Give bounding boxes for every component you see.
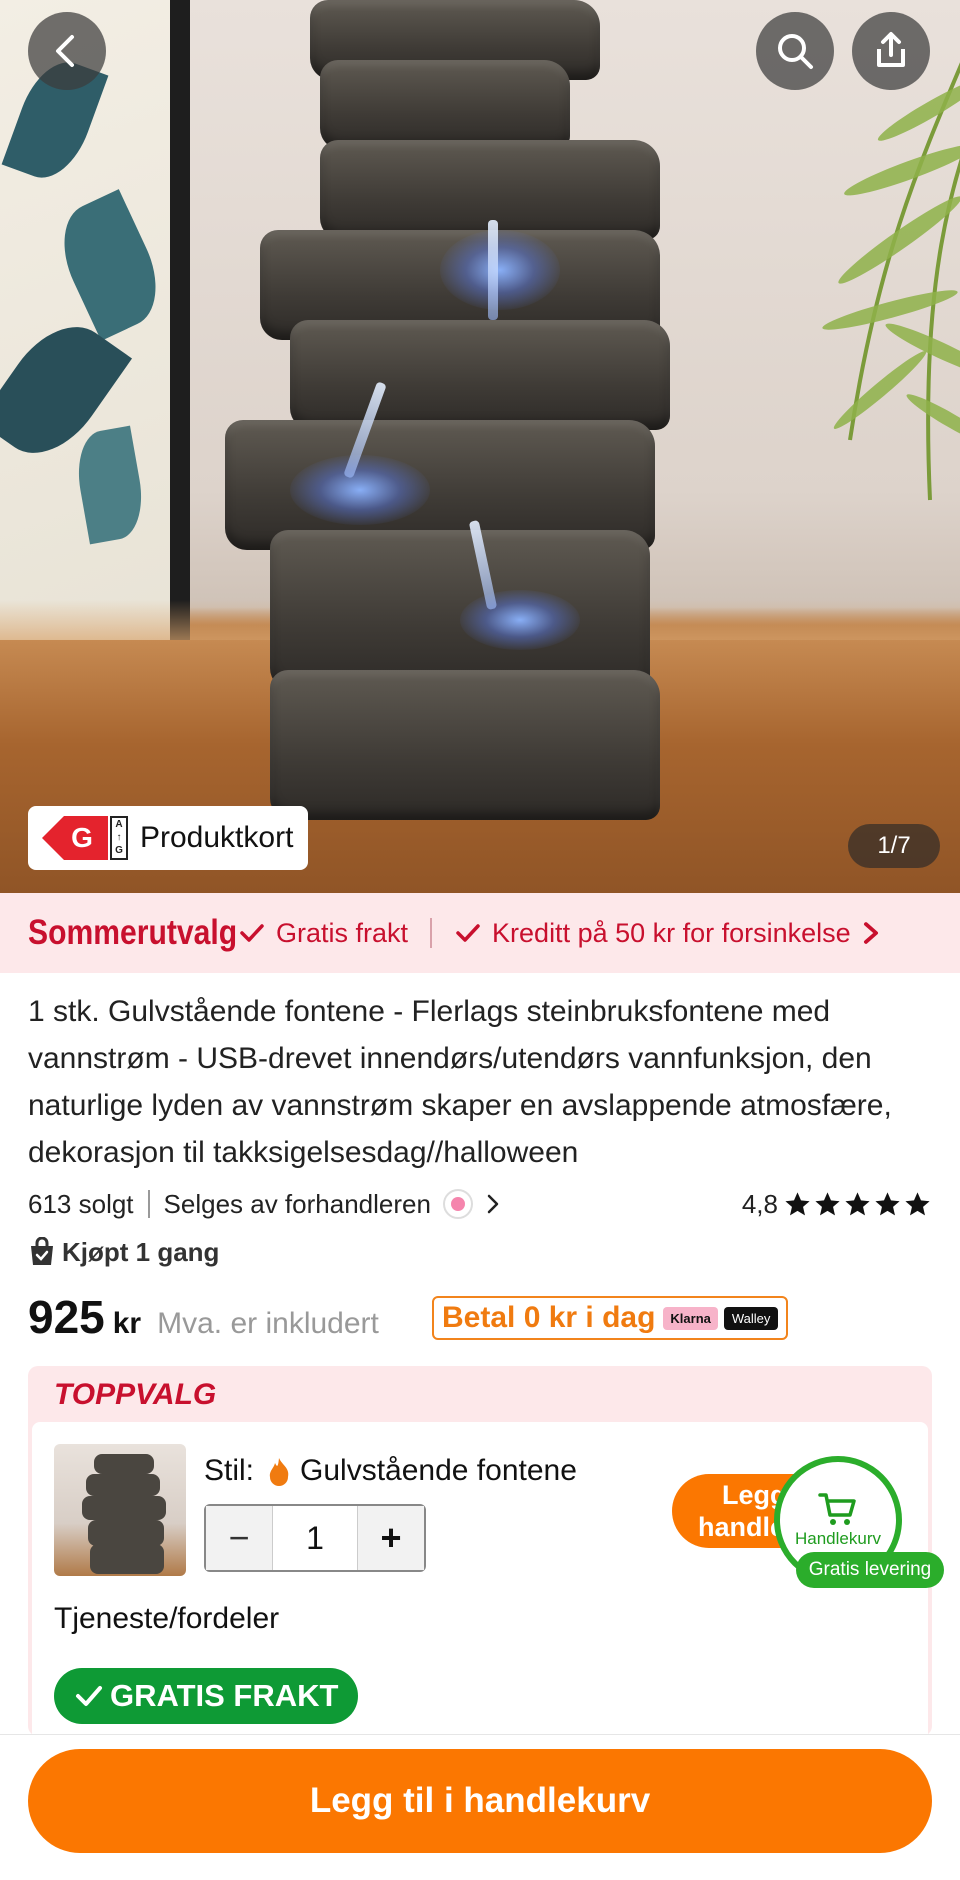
image-counter: 1/7	[848, 824, 940, 868]
bought-count: Kjøpt 1 gang	[28, 1232, 219, 1272]
shopping-bag-icon	[31, 1237, 53, 1265]
variant-panel: Stil: Gulvstående fontene − 1 + Legg til…	[32, 1422, 928, 1736]
seller-link[interactable]: Selges av forhandleren	[164, 1189, 431, 1220]
energy-class-label: G A ↑ G	[42, 814, 130, 862]
seller-badge-icon	[442, 1189, 473, 1219]
service-benefits-label: Tjeneste/fordeler	[54, 1602, 280, 1635]
search-icon	[778, 34, 813, 69]
star-icon	[875, 1191, 900, 1215]
variant-thumbnail[interactable]	[54, 1444, 186, 1576]
klarna-logo: Klarna	[663, 1306, 718, 1330]
product-title: 1 stk. Gulvstående fontene - Flerlags st…	[28, 995, 892, 1169]
free-shipping-badge: GRATIS FRAKT	[54, 1668, 359, 1724]
pay-later-badge[interactable]: Betal 0 kr i dag Klarna Walley	[432, 1296, 789, 1340]
share-button[interactable]	[852, 12, 930, 90]
back-icon	[56, 35, 74, 67]
cart-icon	[818, 1493, 856, 1525]
bottom-action-bar: Legg til i handlekurv	[0, 1734, 960, 1880]
promo-free-shipping: Gratis frakt	[238, 918, 408, 949]
style-line: Stil: Gulvstående fontene	[204, 1454, 577, 1487]
share-icon	[877, 32, 905, 67]
product-card-energy-label[interactable]: G A ↑ G Produktkort	[28, 806, 308, 870]
plant-leaves	[822, 62, 960, 501]
style-value: Gulvstående fontene	[300, 1454, 577, 1487]
rating-value: 4,8	[741, 1188, 778, 1219]
product-meta-row: 613 solgt Selges av forhandleren 4,8	[28, 1184, 932, 1224]
promo-delay-credit: Kreditt på 50 kr for forsinkelse	[454, 918, 895, 949]
star-icon	[815, 1191, 840, 1215]
rating[interactable]: 4,8	[742, 1189, 932, 1220]
free-delivery-badge: Gratis levering	[796, 1552, 944, 1588]
quantity-plus-button[interactable]: +	[358, 1506, 424, 1570]
star-icon	[845, 1191, 870, 1215]
cart-label: Handlekurv	[795, 1529, 881, 1548]
rating-stars	[782, 1190, 932, 1219]
check-icon	[76, 1686, 102, 1706]
back-button[interactable]	[28, 12, 106, 90]
check-icon	[240, 924, 264, 942]
chevron-right-icon[interactable]	[485, 1192, 501, 1216]
vat-note: Mva. er inkludert	[157, 1307, 379, 1340]
quantity-stepper: − 1 +	[204, 1504, 426, 1572]
product-image-gallery[interactable]: G A ↑ G Produktkort 1/7	[0, 0, 960, 893]
chevron-right-icon	[863, 922, 878, 944]
search-button[interactable]	[756, 12, 834, 90]
quantity-minus-button[interactable]: −	[206, 1506, 272, 1570]
star-icon	[905, 1191, 930, 1215]
sold-count: 613 solgt	[28, 1188, 134, 1219]
check-icon	[456, 924, 480, 942]
promo-title: Sommerutvalg	[28, 913, 238, 952]
toppvalg-label: TOPPVALG	[54, 1378, 217, 1411]
walley-logo: Walley	[723, 1306, 779, 1330]
price-amount: 925	[28, 1291, 105, 1343]
promo-strip[interactable]: Sommerutvalg Gratis frakt Kreditt på 50 …	[0, 893, 960, 973]
produktkort-label: Produktkort	[140, 821, 294, 854]
flame-icon	[269, 1458, 289, 1486]
price-currency: kr	[112, 1307, 142, 1340]
add-to-cart-button[interactable]: Legg til i handlekurv	[28, 1749, 932, 1853]
wall-picture	[0, 0, 174, 655]
quantity-value[interactable]: 1	[272, 1506, 358, 1570]
star-icon	[785, 1191, 810, 1215]
price-row: 925 kr Mva. er inkludert	[28, 1290, 379, 1350]
